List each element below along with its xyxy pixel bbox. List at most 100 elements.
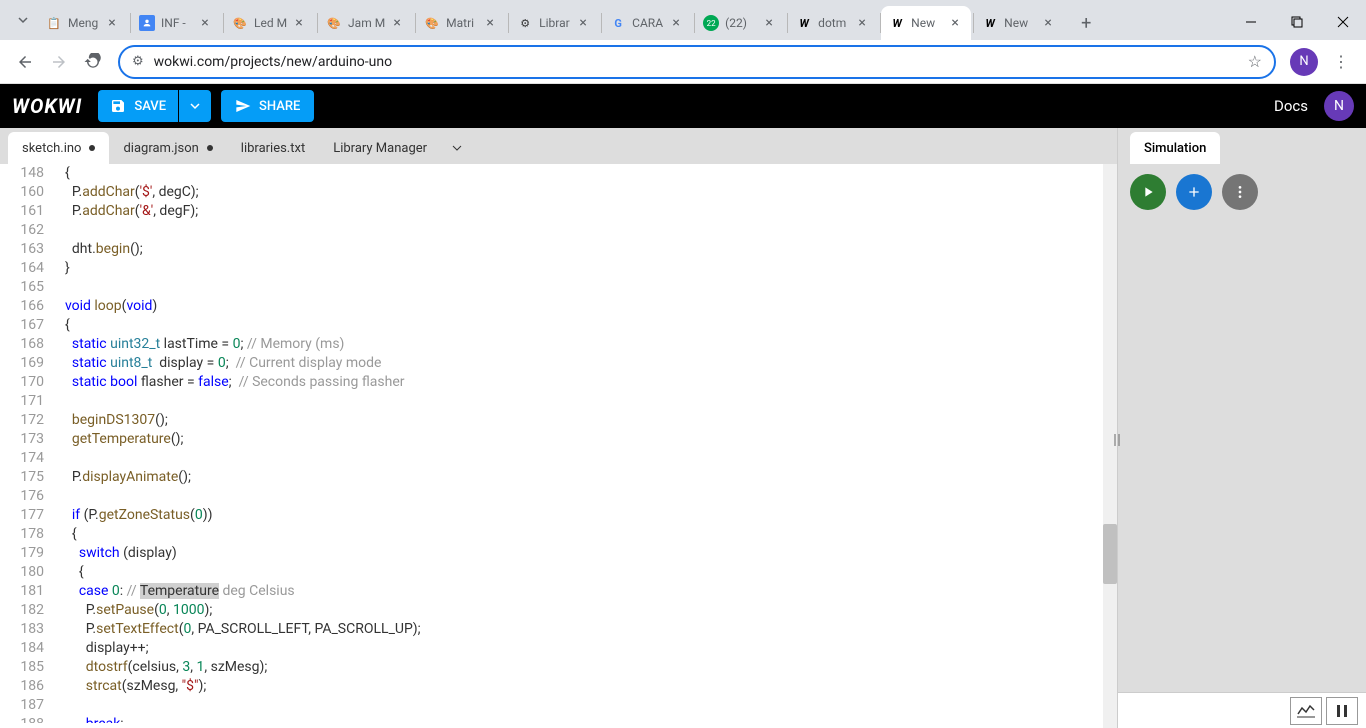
back-button[interactable] xyxy=(8,45,42,79)
code-line[interactable]: 160 P.addChar('$', degC); xyxy=(0,183,1117,202)
app-profile-avatar[interactable]: N xyxy=(1324,91,1354,121)
line-number: 181 xyxy=(0,582,58,601)
code-line[interactable]: 148 { xyxy=(0,164,1117,183)
code-line[interactable]: 171 xyxy=(0,392,1117,411)
code-line[interactable]: 183 P.setTextEffect(0, PA_SCROLL_LEFT, P… xyxy=(0,620,1117,639)
code-line[interactable]: 164 } xyxy=(0,259,1117,278)
sim-toolbar xyxy=(1118,164,1366,220)
tab-search-dropdown[interactable] xyxy=(8,5,38,35)
code-line[interactable]: 186 strcat(szMesg, "$"); xyxy=(0,677,1117,696)
add-part-button[interactable] xyxy=(1176,174,1212,210)
code-line[interactable]: 188 break; xyxy=(0,715,1117,723)
line-number: 161 xyxy=(0,202,58,221)
code-line[interactable]: 179 switch (display) xyxy=(0,544,1117,563)
browser-profile-avatar[interactable]: N xyxy=(1290,48,1318,76)
minimize-button[interactable] xyxy=(1228,7,1274,37)
line-number: 163 xyxy=(0,240,58,259)
browser-tab[interactable]: 🎨Matri× xyxy=(416,6,506,40)
tab-close-icon[interactable]: × xyxy=(1040,15,1056,31)
line-number: 167 xyxy=(0,316,58,335)
save-dropdown-button[interactable] xyxy=(179,90,211,122)
code-line[interactable]: 178 { xyxy=(0,525,1117,544)
code-content xyxy=(58,278,65,297)
address-bar[interactable]: ⚙ wokwi.com/projects/new/arduino-uno ☆ xyxy=(118,45,1276,79)
tab-close-icon[interactable]: × xyxy=(482,15,498,31)
code-line[interactable]: 165 xyxy=(0,278,1117,297)
tab-close-icon[interactable]: × xyxy=(575,15,591,31)
tab-close-icon[interactable]: × xyxy=(668,15,684,31)
tab-close-icon[interactable]: × xyxy=(104,15,120,31)
save-button[interactable]: SAVE xyxy=(98,90,178,122)
bookmark-icon[interactable]: ☆ xyxy=(1248,52,1262,71)
new-tab-button[interactable]: + xyxy=(1072,9,1100,37)
plot-button[interactable] xyxy=(1290,697,1322,725)
code-line[interactable]: 184 display++; xyxy=(0,639,1117,658)
tab-close-icon[interactable]: × xyxy=(761,15,777,31)
browser-tab[interactable]: Wdotm× xyxy=(788,6,878,40)
browser-tab[interactable]: WNew× xyxy=(881,6,971,40)
editor-tab[interactable]: sketch.ino xyxy=(8,132,109,164)
reload-button[interactable] xyxy=(76,45,110,79)
forward-button[interactable] xyxy=(42,45,76,79)
browser-tab[interactable]: WNew× xyxy=(974,6,1064,40)
code-line[interactable]: 181 case 0: // Temperature deg Celsius xyxy=(0,582,1117,601)
code-line[interactable]: 161 P.addChar('&', degF); xyxy=(0,202,1117,221)
code-line[interactable]: 169 static uint8_t display = 0; // Curre… xyxy=(0,354,1117,373)
simulation-canvas[interactable] xyxy=(1118,220,1366,692)
editor-tab[interactable]: diagram.json xyxy=(109,132,226,164)
simulation-tab[interactable]: Simulation xyxy=(1130,132,1220,164)
code-content: case 0: // Temperature deg Celsius xyxy=(58,582,295,601)
code-line[interactable]: 177 if (P.getZoneStatus(0)) xyxy=(0,506,1117,525)
code-content: dtostrf(celsius, 3, 1, szMesg); xyxy=(58,658,267,677)
docs-link[interactable]: Docs xyxy=(1274,97,1308,115)
tab-title: (22) xyxy=(725,16,757,30)
line-number: 168 xyxy=(0,335,58,354)
editor-tab-dropdown[interactable] xyxy=(445,136,469,160)
code-line[interactable]: 172 beginDS1307(); xyxy=(0,411,1117,430)
browser-tab[interactable]: ⚙Librar× xyxy=(509,6,599,40)
tab-close-icon[interactable]: × xyxy=(854,15,870,31)
tab-close-icon[interactable]: × xyxy=(197,15,213,31)
maximize-button[interactable] xyxy=(1274,7,1320,37)
browser-tab[interactable]: GCARA× xyxy=(602,6,692,40)
tab-close-icon[interactable]: × xyxy=(389,15,405,31)
tab-favicon: 22 xyxy=(703,15,719,31)
scrollbar-thumb[interactable] xyxy=(1103,524,1117,584)
code-line[interactable]: 162 xyxy=(0,221,1117,240)
pause-button[interactable] xyxy=(1326,697,1358,725)
site-info-icon[interactable]: ⚙ xyxy=(132,54,144,69)
code-line[interactable]: 166 void loop(void) xyxy=(0,297,1117,316)
code-line[interactable]: 163 dht.begin(); xyxy=(0,240,1117,259)
code-line[interactable]: 167 { xyxy=(0,316,1117,335)
code-line[interactable]: 174 xyxy=(0,449,1117,468)
editor-tab[interactable]: libraries.txt xyxy=(227,132,319,164)
code-line[interactable]: 182 P.setPause(0, 1000); xyxy=(0,601,1117,620)
editor-tab[interactable]: Library Manager xyxy=(319,132,441,164)
code-line[interactable]: 173 getTemperature(); xyxy=(0,430,1117,449)
browser-tab[interactable]: 🎨Led M× xyxy=(224,6,315,40)
code-line[interactable]: 176 xyxy=(0,487,1117,506)
browser-tab[interactable]: 🎨Jam M× xyxy=(318,6,413,40)
panel-resize-handle[interactable] xyxy=(1112,430,1124,450)
code-line[interactable]: 180 { xyxy=(0,563,1117,582)
browser-tab[interactable]: INF -× xyxy=(131,6,221,40)
browser-menu-button[interactable]: ⋮ xyxy=(1324,45,1358,79)
share-button[interactable]: SHARE xyxy=(221,90,314,122)
tab-close-icon[interactable]: × xyxy=(291,15,307,31)
close-window-button[interactable] xyxy=(1320,7,1366,37)
code-line[interactable]: 185 dtostrf(celsius, 3, 1, szMesg); xyxy=(0,658,1117,677)
tab-close-icon[interactable]: × xyxy=(947,15,963,31)
browser-tab[interactable]: 📋Meng× xyxy=(38,6,128,40)
code-line[interactable]: 168 static uint32_t lastTime = 0; // Mem… xyxy=(0,335,1117,354)
code-content: static bool flasher = false; // Seconds … xyxy=(58,373,405,392)
code-editor[interactable]: 148 {160 P.addChar('$', degC);161 P.addC… xyxy=(0,164,1117,728)
sim-more-button[interactable] xyxy=(1222,174,1258,210)
wokwi-logo[interactable]: WOKWI xyxy=(12,94,82,118)
window-controls xyxy=(1228,7,1366,37)
code-line[interactable]: 175 P.displayAnimate(); xyxy=(0,468,1117,487)
play-icon xyxy=(1140,184,1156,200)
run-simulation-button[interactable] xyxy=(1130,174,1166,210)
code-line[interactable]: 187 xyxy=(0,696,1117,715)
browser-tab[interactable]: 22 (22) × xyxy=(695,6,785,40)
code-line[interactable]: 170 static bool flasher = false; // Seco… xyxy=(0,373,1117,392)
